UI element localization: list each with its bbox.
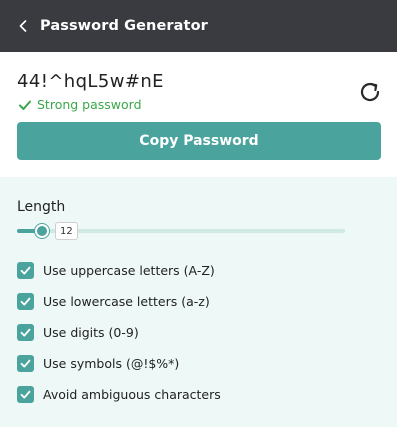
slider-thumb[interactable] <box>35 224 49 238</box>
uppercase-checkbox[interactable] <box>17 261 34 279</box>
option-label: Use digits (0-9) <box>43 324 139 340</box>
option-label: Use symbols (@!$%*) <box>43 355 180 371</box>
option-label: Use lowercase letters (a-z) <box>43 293 210 309</box>
option-avoid-ambiguous[interactable]: Avoid ambiguous characters <box>17 385 377 403</box>
checkmark-icon <box>20 266 31 274</box>
strength-label: Strong password <box>37 97 142 112</box>
regenerate-button[interactable] <box>357 79 383 105</box>
avoid-ambiguous-checkbox[interactable] <box>17 385 34 403</box>
copy-password-button[interactable]: Copy Password <box>17 122 381 160</box>
lowercase-checkbox[interactable] <box>17 292 34 310</box>
checkmark-icon <box>20 328 31 336</box>
digits-checkbox[interactable] <box>17 323 34 341</box>
option-list: Use uppercase letters (A-Z) Use lowercas… <box>17 261 377 416</box>
option-uppercase[interactable]: Use uppercase letters (A-Z) <box>17 261 377 279</box>
symbols-checkbox[interactable] <box>17 354 34 372</box>
refresh-icon <box>360 82 380 102</box>
page-title: Password Generator <box>40 18 208 34</box>
strength-indicator: Strong password <box>18 97 142 112</box>
check-icon <box>18 98 32 112</box>
password-section: 44!^hqL5w#nE Strong password Copy Passwo… <box>0 52 397 177</box>
chevron-left-icon <box>19 20 27 32</box>
option-symbols[interactable]: Use symbols (@!$%*) <box>17 354 377 372</box>
checkmark-icon <box>20 390 31 398</box>
length-label: Length <box>17 199 66 215</box>
checkmark-icon <box>20 297 31 305</box>
option-label: Use uppercase letters (A-Z) <box>43 262 215 278</box>
title-bar: Password Generator <box>0 0 397 52</box>
back-button[interactable] <box>0 0 40 52</box>
password-value: 44!^hqL5w#nE <box>17 71 164 92</box>
length-slider[interactable]: 12 <box>17 221 347 241</box>
option-label: Avoid ambiguous characters <box>43 386 221 402</box>
length-value: 12 <box>55 222 78 240</box>
options-panel: Length 12 Use uppercase letters (A-Z) Us… <box>0 177 397 427</box>
option-lowercase[interactable]: Use lowercase letters (a-z) <box>17 292 377 310</box>
checkmark-icon <box>20 359 31 367</box>
option-digits[interactable]: Use digits (0-9) <box>17 323 377 341</box>
